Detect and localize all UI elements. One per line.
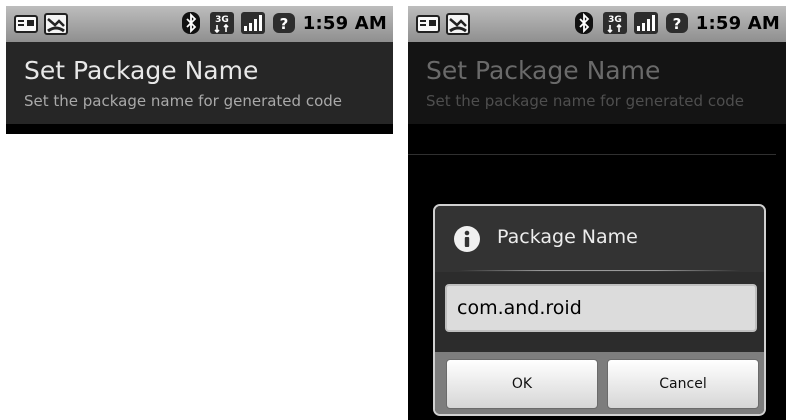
info-icon <box>454 226 480 252</box>
notification-card-icon <box>416 12 440 36</box>
preference-item: Set Package Name Set the package name fo… <box>408 42 786 155</box>
bluetooth-icon <box>572 11 596 35</box>
status-time: 1:59 AM <box>695 12 780 34</box>
preference-title: Set Package Name <box>24 56 259 85</box>
network-3g-icon <box>210 11 234 35</box>
missed-call-icon <box>446 12 470 36</box>
list-divider <box>408 154 776 155</box>
battery-unknown-icon <box>272 11 296 35</box>
preference-subtitle: Set the package name for generated code <box>426 92 744 110</box>
dialog-title: Package Name <box>497 226 638 248</box>
status-time: 1:59 AM <box>302 12 387 34</box>
phone-screen-dialog: 1:59 AM Set Package Name Set the package… <box>408 6 786 420</box>
network-3g-icon <box>603 11 627 35</box>
bluetooth-icon <box>179 11 203 35</box>
dialog-divider <box>459 270 740 271</box>
package-name-input[interactable] <box>445 284 757 332</box>
preference-title: Set Package Name <box>426 56 661 85</box>
package-name-dialog: Package Name OK Cancel <box>433 204 766 416</box>
dialog-button-bar: OK Cancel <box>435 352 764 414</box>
signal-bars-icon <box>634 11 658 35</box>
notification-card-icon <box>14 12 38 36</box>
ok-button[interactable]: OK <box>446 359 598 409</box>
preference-item[interactable]: Set Package Name Set the package name fo… <box>6 42 393 124</box>
missed-call-icon <box>44 12 68 36</box>
dialog-body <box>435 272 764 352</box>
status-bar: 1:59 AM <box>408 6 786 42</box>
preference-subtitle: Set the package name for generated code <box>24 92 342 110</box>
battery-unknown-icon <box>665 11 689 35</box>
phone-screen-main: 1:59 AM Set Package Name Set the package… <box>6 6 393 134</box>
status-bar: 1:59 AM <box>6 6 393 42</box>
signal-bars-icon <box>241 11 265 35</box>
dialog-header: Package Name <box>435 206 764 272</box>
cancel-button[interactable]: Cancel <box>607 359 759 409</box>
